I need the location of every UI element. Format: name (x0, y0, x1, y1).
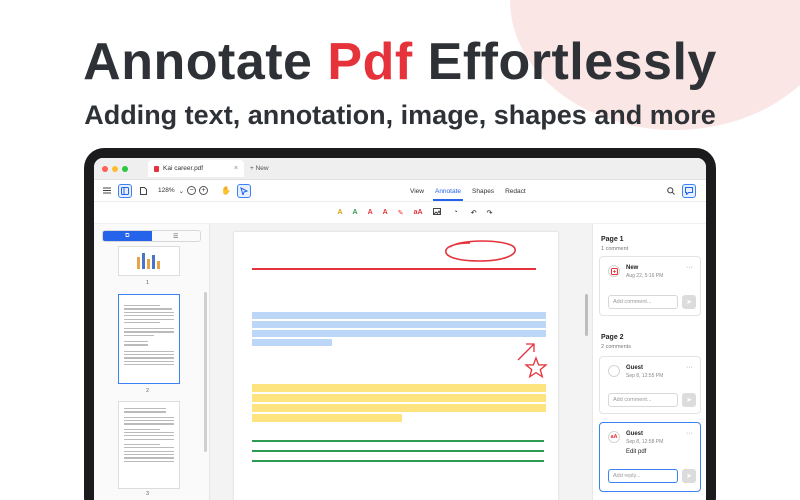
page2-heading: Page 2 (601, 334, 624, 341)
toolbar-right (664, 184, 700, 198)
underline-annotation-2[interactable] (252, 450, 544, 452)
new-tab-button[interactable]: + New (250, 165, 269, 172)
yellow-highlight-line-4[interactable] (252, 414, 402, 422)
yellow-highlight-line-2[interactable] (252, 394, 546, 402)
thumbnails-view-button[interactable]: ⧉ (103, 231, 152, 241)
sidebar-toggle-icon[interactable] (118, 183, 132, 198)
chart-thumbnail-icon (137, 253, 160, 269)
tab-redact[interactable]: Redact (505, 182, 526, 201)
main-toolbar: 128% ⌄ − + ✋ View Annotate Shapes Redact (94, 180, 706, 202)
send-comment-button[interactable]: ➤ (682, 393, 696, 407)
document-icon[interactable] (136, 184, 150, 198)
close-tab-icon[interactable]: × (234, 165, 238, 172)
underline-tool-icon[interactable]: A (353, 209, 358, 216)
ink-circle-annotation[interactable] (440, 237, 520, 265)
document-viewport (210, 224, 592, 500)
annotation-toolbar: A A A A ✎ aA ◔ ↶ ↷ (94, 202, 706, 224)
add-comment-input[interactable]: Add comment... (608, 295, 678, 309)
image-tool-icon[interactable] (432, 208, 441, 217)
comment-author: Guest (626, 365, 644, 371)
thumbnail-sidebar: ⧉ ☰ 1 2 3 (94, 224, 210, 500)
pen-tool-icon[interactable]: ✎ (398, 209, 404, 217)
zoom-in-icon[interactable]: + (199, 186, 209, 195)
arrow-star-shape-annotation[interactable] (516, 342, 552, 382)
add-reply-input[interactable]: Add reply... (608, 469, 678, 483)
blue-highlight-line-1[interactable] (252, 312, 546, 319)
stamp-tool-icon[interactable]: ◔ (454, 209, 458, 216)
tab-shapes[interactable]: Shapes (472, 182, 494, 201)
mode-menu: View Annotate Shapes Redact (410, 180, 537, 202)
comment-author: New (626, 265, 639, 271)
yellow-highlight-line-1[interactable] (252, 384, 546, 392)
more-options-icon[interactable]: ··· (686, 364, 693, 371)
headline: Annotate Pdf Effortlessly (83, 33, 717, 91)
tab-view[interactable]: View (410, 182, 424, 201)
page2-comment-count: 2 comments (601, 344, 631, 350)
zoom-window-button[interactable] (122, 165, 128, 172)
tab-annotate[interactable]: Annotate (432, 182, 464, 201)
add-comment-input[interactable]: Add comment... (608, 393, 678, 407)
send-reply-button[interactable]: ➤ (682, 469, 696, 483)
comment-date: Sep 8, 12:58 PM (626, 439, 664, 445)
text-annotation-icon: aA (608, 431, 620, 443)
search-icon[interactable] (664, 184, 678, 198)
page-number-3: 3 (146, 491, 150, 497)
strikethrough-annotation[interactable] (252, 268, 536, 270)
yellow-highlight-line-3[interactable] (252, 404, 546, 412)
document-tab-title: Kai career.pdf (163, 165, 204, 172)
send-comment-button[interactable]: ➤ (682, 295, 696, 309)
close-window-button[interactable] (102, 165, 108, 172)
zoom-out-icon[interactable]: − (187, 186, 197, 195)
comment-date: Sep 8, 12:55 PM (626, 373, 664, 379)
page1-comment-count: 1 comment (601, 246, 629, 252)
page-thumbnail-2[interactable] (118, 294, 180, 384)
blue-highlight-line-4[interactable] (252, 339, 332, 346)
pdf-file-icon (154, 165, 159, 172)
comment-card-active[interactable]: aA Guest Sep 8, 12:58 PM ··· Edit pdf Ad… (599, 422, 701, 492)
outline-view-button[interactable]: ☰ (152, 231, 201, 241)
page1-heading: Page 1 (601, 236, 624, 243)
document-scrollbar[interactable] (585, 294, 588, 336)
strikethrough-tool-icon[interactable]: A (368, 209, 373, 216)
select-tool-icon[interactable] (237, 183, 252, 198)
sidebar-view-switcher: ⧉ ☰ (102, 230, 201, 242)
redo-icon[interactable]: ↷ (487, 209, 493, 217)
document-tab[interactable]: Kai career.pdf × (148, 160, 244, 177)
menu-icon[interactable] (100, 184, 114, 198)
more-options-icon[interactable]: ··· (686, 430, 693, 437)
page-thumbnail-1[interactable] (118, 246, 180, 276)
zoom-level[interactable]: 128% (158, 187, 175, 194)
squiggly-tool-icon[interactable]: A (383, 209, 388, 216)
blue-highlight-line-3[interactable] (252, 330, 546, 337)
laptop-frame: Kai career.pdf × + New 128% ⌄ − + ✋ View… (84, 148, 716, 500)
sidebar-scrollbar[interactable] (204, 292, 207, 452)
blue-highlight-line-2[interactable] (252, 321, 546, 328)
note-icon (608, 265, 620, 277)
subheadline: Adding text, annotation, image, shapes a… (84, 100, 716, 130)
comment-date: Aug 22, 5:16 PM (626, 273, 664, 279)
page-thumbnail-3[interactable] (118, 401, 180, 489)
avatar (608, 365, 620, 377)
page-number-1: 1 (146, 280, 150, 286)
title-bar: Kai career.pdf × + New (94, 158, 706, 180)
comment-card[interactable]: Guest Sep 8, 12:55 PM ··· Add comment...… (599, 356, 701, 414)
comment-text: Edit pdf (626, 449, 647, 455)
minimize-window-button[interactable] (112, 165, 118, 172)
comments-panel-icon[interactable] (682, 184, 696, 198)
zoom-dropdown-icon[interactable]: ⌄ (179, 187, 184, 195)
underline-annotation-1[interactable] (252, 440, 544, 442)
comment-card[interactable]: New Aug 22, 5:16 PM ··· Add comment... ➤ (599, 256, 701, 316)
comments-panel: Page 1 1 comment New Aug 22, 5:16 PM ···… (592, 224, 706, 500)
hand-tool-icon[interactable]: ✋ (219, 184, 233, 198)
more-options-icon[interactable]: ··· (686, 264, 693, 271)
pdf-page[interactable] (234, 232, 558, 500)
comment-author: Guest (626, 431, 644, 437)
text-tool-icon[interactable]: aA (414, 209, 423, 216)
highlight-tool-icon[interactable]: A (337, 209, 342, 216)
app-window: Kai career.pdf × + New 128% ⌄ − + ✋ View… (94, 158, 706, 500)
undo-icon[interactable]: ↶ (471, 209, 477, 217)
underline-annotation-3[interactable] (252, 460, 544, 462)
page-number-2: 2 (146, 388, 150, 394)
